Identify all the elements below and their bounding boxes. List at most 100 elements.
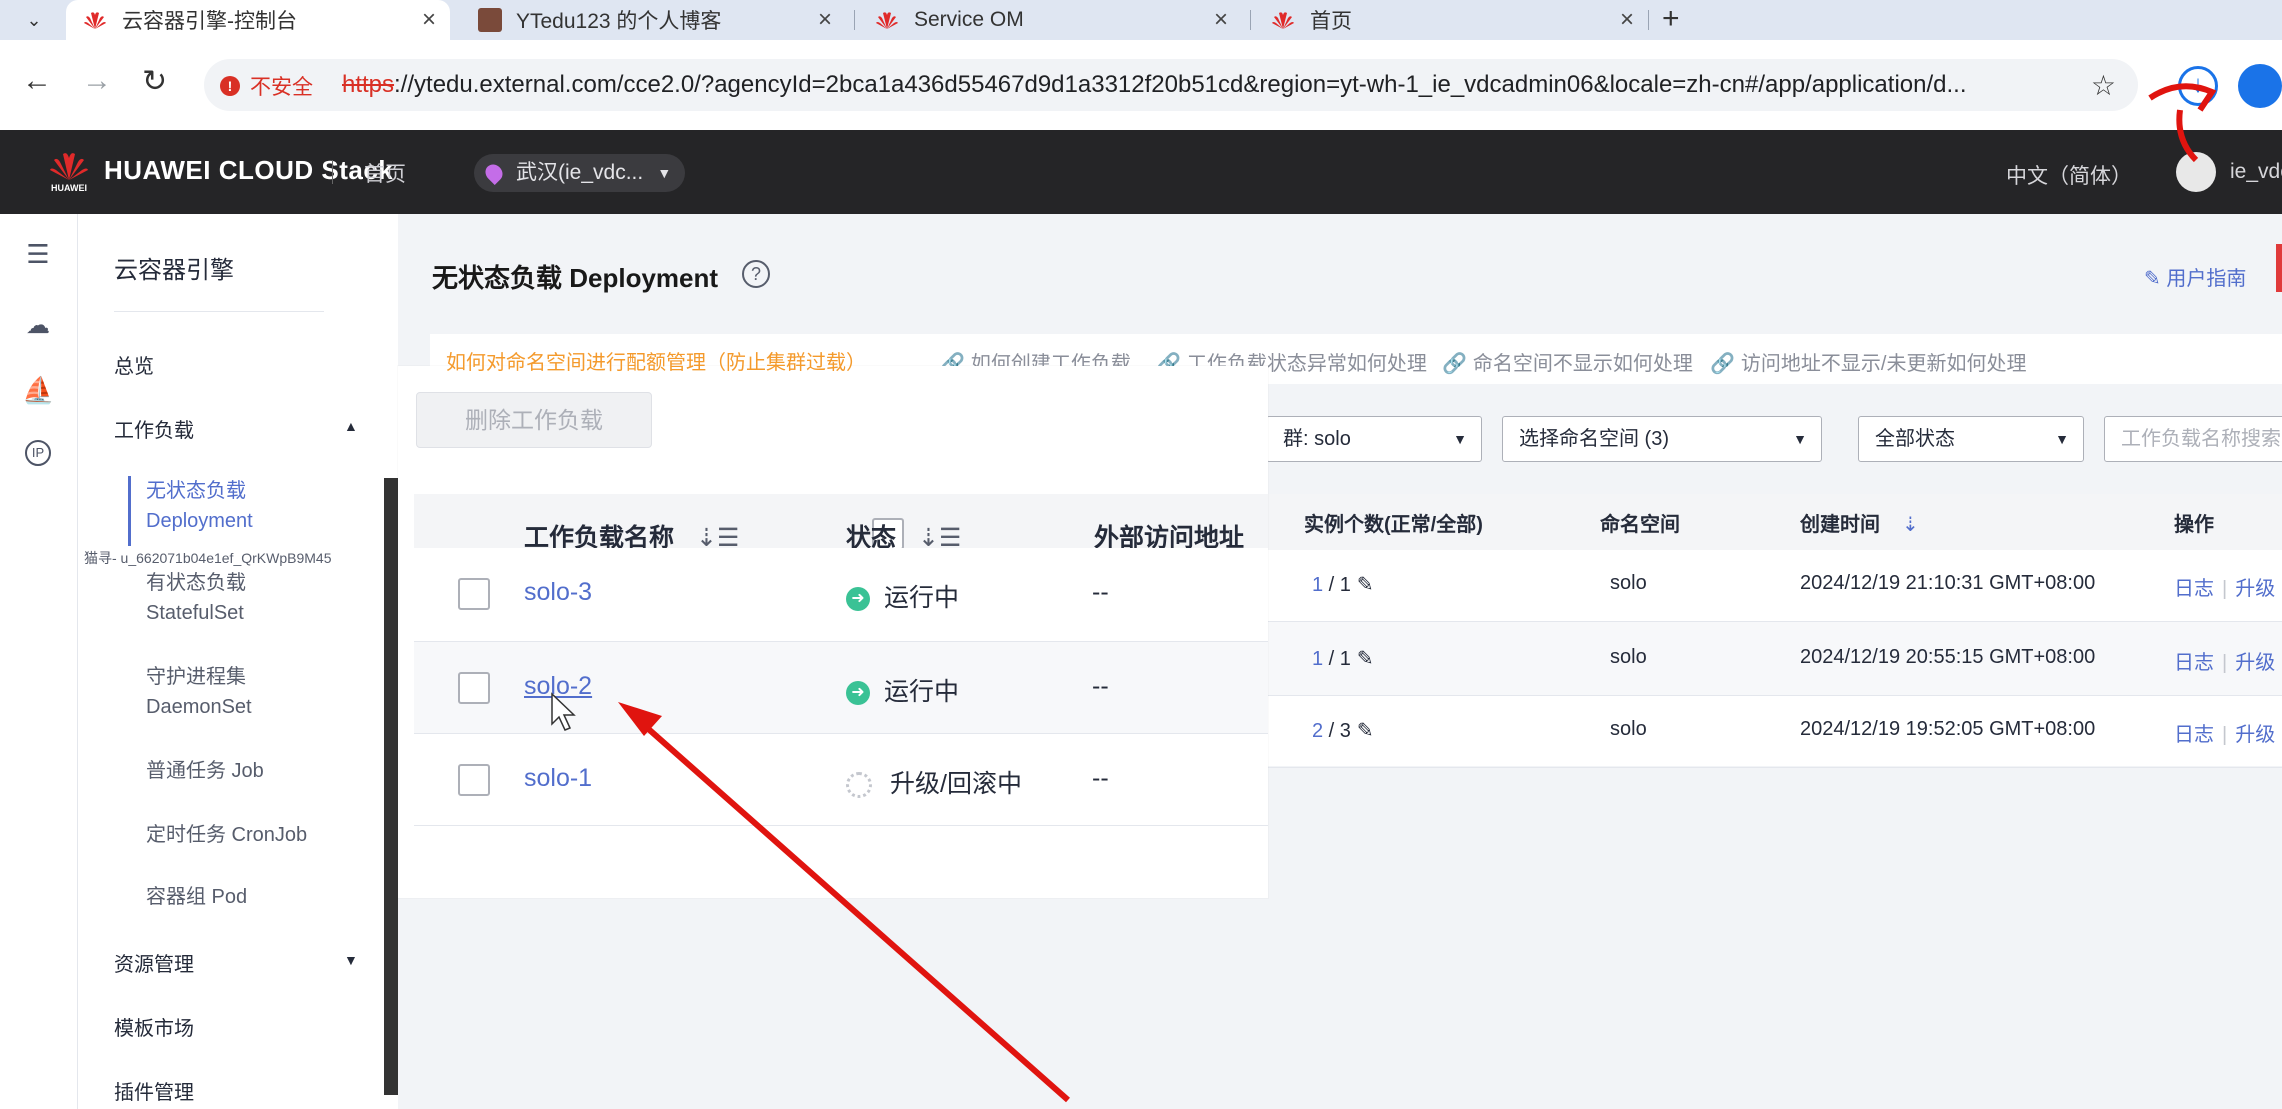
close-tab-icon[interactable]: × — [1620, 6, 1634, 34]
create-button-edge[interactable] — [2276, 244, 2282, 292]
tab-search-chevron-icon[interactable]: ⌄ — [14, 4, 54, 36]
status-label: 运行中 — [884, 678, 960, 706]
workload-name-link[interactable]: solo-1 — [524, 764, 592, 793]
link-icon: 🔗 — [1442, 353, 1467, 375]
close-tab-icon[interactable]: × — [1214, 6, 1228, 34]
sidebar-item-plugins[interactable]: 插件管理 — [114, 1076, 194, 1105]
upgrade-link[interactable]: 升级 — [2235, 652, 2275, 674]
ready-count[interactable]: 1 — [1312, 648, 1323, 670]
download-icon[interactable]: ↓ — [2178, 66, 2218, 106]
instance-count: 1 / 1 ✎ — [1312, 648, 1374, 670]
warning-icon: ! — [220, 76, 240, 96]
upgrade-link[interactable]: 升级 — [2235, 578, 2275, 600]
sidebar-item-deployment[interactable]: 无状态负载 Deployment — [146, 476, 253, 536]
huawei-logo-icon — [1272, 12, 1294, 29]
cluster-select[interactable]: 群: solo ▼ — [1266, 416, 1482, 462]
close-tab-icon[interactable]: × — [818, 6, 832, 34]
huawei-logo-icon — [84, 12, 106, 29]
workload-search-input[interactable]: 工作负载名称搜索 — [2104, 416, 2282, 462]
row-checkbox[interactable] — [458, 578, 490, 610]
created-cell: 2024/12/19 19:52:05 GMT+08:00 — [1800, 718, 2096, 740]
sidebar-item-cronjob[interactable]: 定时任务 CronJob — [146, 820, 307, 850]
sail-icon[interactable]: ⛵ — [22, 374, 54, 406]
log-link[interactable]: 日志 — [2174, 578, 2214, 600]
sidebar-title: 云容器引擎 — [114, 257, 234, 284]
browser-tab-service-om[interactable]: Service OM × — [858, 0, 1242, 40]
caret-down-icon: ▼ — [2055, 431, 2069, 447]
sort-icon[interactable]: ⇣ — [1902, 512, 1919, 537]
total-count: 1 — [1339, 648, 1351, 670]
bookmark-star-icon[interactable]: ☆ — [2091, 69, 2116, 102]
loading-spinner-icon — [846, 772, 872, 799]
sidebar-item-statefulset[interactable]: 有状态负载 StatefulSet — [146, 568, 246, 628]
close-tab-icon[interactable]: × — [422, 6, 436, 34]
link-icon: 🔗 — [1710, 353, 1735, 375]
browser-profile-icon[interactable] — [2238, 64, 2282, 108]
sidebar-item-workload[interactable]: 工作负载 — [114, 414, 194, 443]
help-question-icon[interactable]: ? — [742, 260, 770, 288]
upgrade-link[interactable]: 升级 — [2235, 724, 2275, 746]
forward-arrow-icon[interactable]: → — [82, 64, 112, 98]
user-name[interactable]: ie_vdc — [2230, 160, 2282, 184]
caret-down-icon[interactable]: ▼ — [344, 952, 358, 968]
edit-pencil-icon[interactable]: ✎ — [1357, 648, 1374, 670]
tip-link-namespace[interactable]: 🔗 命名空间不显示如何处理 — [1442, 347, 1693, 376]
status-select[interactable]: 全部状态 ▼ — [1858, 416, 2084, 462]
sidebar-item-overview[interactable]: 总览 — [114, 350, 154, 379]
edit-pencil-icon[interactable]: ✎ — [1357, 720, 1374, 742]
browser-tab-blog[interactable]: YTedu123 的个人博客 × — [462, 0, 846, 40]
sidebar-scrollbar[interactable] — [384, 478, 398, 1095]
reload-icon[interactable]: ↻ — [142, 64, 167, 99]
workload-name-link[interactable]: solo-2 — [524, 672, 592, 701]
tip-link-quota[interactable]: 如何对命名空间进行配额管理（防止集群过载） — [446, 346, 866, 375]
huawei-cloud-logo[interactable]: HUAWEI HUAWEI CLOUD Stack — [46, 148, 393, 192]
operations-cell: 日志 | 升级 — [2174, 652, 2276, 674]
col-namespace: 命名空间 — [1600, 514, 1680, 536]
col-instances: 实例个数(正常/全部) — [1304, 514, 1483, 536]
row-checkbox[interactable] — [458, 672, 490, 704]
browser-tab-cce[interactable]: 云容器引擎-控制台 × — [66, 0, 450, 40]
ip-icon[interactable]: IP — [25, 440, 51, 466]
caret-up-icon[interactable]: ▲ — [344, 418, 358, 434]
nav-home-link[interactable]: 首页 — [364, 158, 406, 188]
user-guide-link[interactable]: ✎ 用户指南 — [2144, 262, 2246, 291]
caret-down-icon: ▼ — [1793, 431, 1807, 447]
log-link[interactable]: 日志 — [2174, 724, 2214, 746]
col-operations: 操作 — [2174, 514, 2214, 536]
access-cell: -- — [1092, 578, 1109, 606]
status-cell: ➜ 运行中 — [846, 578, 959, 614]
namespace-select[interactable]: 选择命名空间 (3) ▼ — [1502, 416, 1822, 462]
hamburger-menu-icon[interactable]: ☰ — [22, 238, 54, 270]
sidebar-item-job[interactable]: 普通任务 Job — [146, 756, 264, 786]
sidebar-item-resources[interactable]: 资源管理 — [114, 948, 194, 977]
namespace-cell: solo — [1610, 718, 1647, 740]
avatar[interactable] — [2176, 152, 2216, 192]
sidebar-item-templates[interactable]: 模板市场 — [114, 1012, 194, 1041]
edit-pencil-icon[interactable]: ✎ — [1357, 574, 1374, 596]
url-text: https://ytedu.external.com/cce2.0/?agenc… — [342, 71, 1967, 99]
col-created[interactable]: 创建时间 ⇣ — [1800, 508, 1919, 537]
new-tab-plus-icon[interactable]: + — [1662, 2, 1680, 36]
tab-title: 云容器引擎-控制台 — [122, 10, 297, 33]
delete-workload-button[interactable]: 删除工作负载 — [416, 392, 652, 448]
row-checkbox[interactable] — [458, 764, 490, 796]
sidebar-item-pod[interactable]: 容器组 Pod — [146, 882, 247, 912]
tip-link-access[interactable]: 🔗 访问地址不显示/未更新如何处理 — [1710, 347, 2026, 376]
url-field[interactable]: ! 不安全 https://ytedu.external.com/cce2.0/… — [204, 59, 2138, 111]
instance-count: 2 / 3 ✎ — [1312, 720, 1374, 742]
total-count: 1 — [1339, 574, 1351, 596]
ready-count[interactable]: 2 — [1312, 720, 1323, 742]
blog-favicon-icon — [478, 8, 502, 32]
browser-tab-home[interactable]: 首页 × — [1254, 0, 1648, 40]
sidebar-item-daemonset[interactable]: 守护进程集 DaemonSet — [146, 662, 252, 722]
log-link[interactable]: 日志 — [2174, 652, 2214, 674]
cloud-icon[interactable]: ☁ — [22, 310, 54, 342]
workload-name-link[interactable]: solo-3 — [524, 578, 592, 607]
nav-divider — [332, 160, 333, 184]
back-arrow-icon[interactable]: ← — [22, 64, 52, 98]
security-indicator[interactable]: ! 不安全 — [220, 71, 313, 101]
huawei-logo-icon: HUAWEI — [50, 153, 88, 192]
region-selector[interactable]: 武汉(ie_vdc... ▼ — [474, 154, 686, 192]
ready-count[interactable]: 1 — [1312, 574, 1323, 596]
language-selector[interactable]: 中文（简体） — [2006, 160, 2132, 190]
